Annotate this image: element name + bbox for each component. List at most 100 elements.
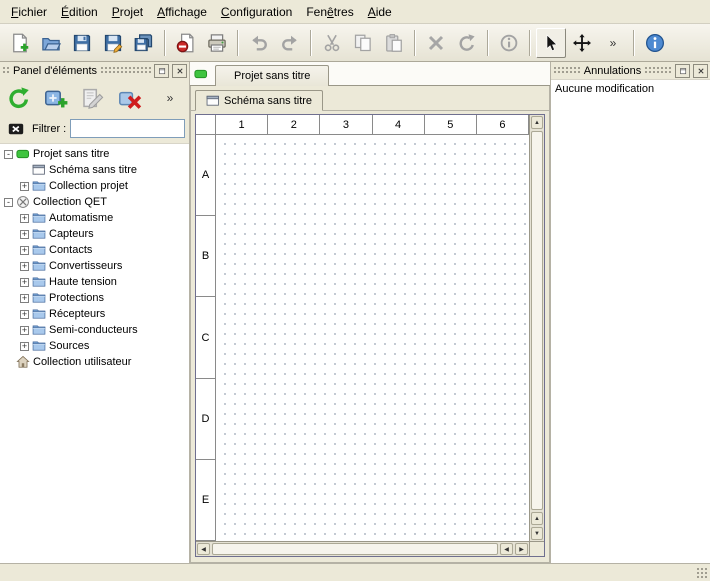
dock-grip[interactable]	[644, 66, 672, 75]
pan-mode-button[interactable]	[567, 28, 597, 58]
undo-list[interactable]: Aucune modification	[551, 79, 710, 563]
float-dock-button[interactable]	[154, 64, 169, 78]
expander-plus-icon[interactable]: +	[20, 310, 29, 319]
scroll-right-button[interactable]: ▶	[515, 543, 528, 555]
close-dock-button[interactable]	[172, 64, 187, 78]
expander-minus-icon[interactable]: -	[4, 150, 13, 159]
close-dock-button[interactable]	[693, 64, 708, 78]
scroll-down-button[interactable]: ▼	[531, 527, 543, 540]
menu-affichage[interactable]: Affichage	[150, 2, 214, 22]
folder-icon	[32, 291, 46, 305]
toolbar-overflow-button[interactable]: »	[598, 28, 628, 58]
resize-grip[interactable]	[696, 567, 709, 580]
schema-icon	[32, 163, 46, 177]
tree-item-collection-utilisateur[interactable]: Collection utilisateur	[0, 354, 189, 370]
tab-project[interactable]: Projet sans titre	[215, 65, 329, 86]
float-dock-button[interactable]	[675, 64, 690, 78]
expander-plus-icon[interactable]: +	[20, 294, 29, 303]
tree-item-collection-qet[interactable]: -Collection QET	[0, 194, 189, 210]
menu-aide[interactable]: Aide	[361, 2, 399, 22]
folder-icon	[32, 211, 46, 225]
folder-icon	[32, 323, 46, 337]
save-file-as-button[interactable]	[98, 28, 128, 58]
copy-button[interactable]	[348, 28, 378, 58]
new-element-button[interactable]	[41, 83, 71, 113]
folder-icon	[32, 275, 46, 289]
delete-element-button[interactable]	[115, 83, 145, 113]
element-info-button[interactable]	[494, 28, 524, 58]
tab-schema[interactable]: Schéma sans titre	[195, 90, 323, 111]
tree-item-projet-sans-titre[interactable]: -Projet sans titre	[0, 146, 189, 162]
print-button[interactable]	[202, 28, 232, 58]
menu-fichier[interactable]: Fichier	[4, 2, 54, 22]
scroll-up-button-2[interactable]: ▲	[531, 512, 543, 525]
tree-item-label: Contacts	[49, 244, 92, 256]
tree-item-protections[interactable]: +Protections	[0, 290, 189, 306]
cut-button[interactable]	[317, 28, 347, 58]
save-file-as-icon	[103, 33, 123, 53]
delete-button[interactable]	[421, 28, 451, 58]
dock-grip[interactable]	[100, 66, 151, 75]
tree-item-automatisme[interactable]: +Automatisme	[0, 210, 189, 226]
tree-item-capteurs[interactable]: +Capteurs	[0, 226, 189, 242]
save-file-button[interactable]	[67, 28, 97, 58]
elements-panel-titlebar[interactable]: Panel d'éléments	[0, 62, 189, 79]
horizontal-scroll-thumb[interactable]	[212, 543, 498, 555]
tree-item-haute-tension[interactable]: +Haute tension	[0, 274, 189, 290]
scroll-up-button[interactable]: ▲	[531, 116, 543, 129]
tree-item-convertisseurs[interactable]: +Convertisseurs	[0, 258, 189, 274]
new-file-button[interactable]	[5, 28, 35, 58]
panel-overflow-button[interactable]: »	[155, 83, 185, 113]
column-ruler: 123456	[216, 115, 529, 135]
save-all-files-button[interactable]	[129, 28, 159, 58]
expander-plus-icon[interactable]: +	[20, 230, 29, 239]
edit-element-button[interactable]	[78, 83, 108, 113]
tree-item-recepteurs[interactable]: +Récepteurs	[0, 306, 189, 322]
vertical-scroll-thumb[interactable]	[531, 131, 543, 510]
paste-button[interactable]	[379, 28, 409, 58]
filter-input[interactable]	[70, 119, 185, 138]
tree-item-collection-projet[interactable]: +Collection projet	[0, 178, 189, 194]
clear-filter-button[interactable]	[4, 119, 28, 139]
schema-view: 123456 ABCDE ▲ ▲ ▼ ◀ ◀	[195, 114, 545, 557]
expander-plus-icon[interactable]: +	[20, 342, 29, 351]
reload-collections-icon	[7, 86, 31, 110]
horizontal-scrollbar[interactable]: ◀ ◀ ▶	[196, 541, 529, 556]
expander-plus-icon[interactable]: +	[20, 182, 29, 191]
reload-collections-button[interactable]	[4, 83, 34, 113]
undo-button[interactable]	[244, 28, 274, 58]
project-window-icon[interactable]	[194, 67, 208, 81]
tree-item-semi-conducteurs[interactable]: +Semi-conducteurs	[0, 322, 189, 338]
close-icon	[175, 66, 185, 76]
schema-canvas[interactable]	[216, 135, 529, 541]
expander-plus-icon[interactable]: +	[20, 262, 29, 271]
folder-icon	[32, 227, 46, 241]
menu-configuration[interactable]: Configuration	[214, 2, 299, 22]
scroll-left-button-2[interactable]: ◀	[500, 543, 513, 555]
redo-button[interactable]	[275, 28, 305, 58]
menu-edition[interactable]: Édition	[54, 2, 105, 22]
tree-item-sources[interactable]: +Sources	[0, 338, 189, 354]
scroll-left-button[interactable]: ◀	[197, 543, 210, 555]
expander-plus-icon[interactable]: +	[20, 246, 29, 255]
menu-fenetres[interactable]: Fenêtres	[299, 2, 360, 22]
menu-projet[interactable]: Projet	[105, 2, 150, 22]
expander-plus-icon[interactable]: +	[20, 326, 29, 335]
undo-dock-titlebar[interactable]: Annulations	[551, 62, 710, 79]
expander-plus-icon[interactable]: +	[20, 214, 29, 223]
expander-minus-icon[interactable]: -	[4, 198, 13, 207]
ruler-column-label: 2	[268, 115, 320, 134]
dock-grip[interactable]	[2, 66, 10, 75]
about-qet-button[interactable]	[640, 28, 670, 58]
vertical-scrollbar[interactable]: ▲ ▲ ▼	[529, 115, 544, 541]
close-file-button[interactable]	[171, 28, 201, 58]
expander-plus-icon[interactable]: +	[20, 278, 29, 287]
open-file-button[interactable]	[36, 28, 66, 58]
rotate-button[interactable]	[452, 28, 482, 58]
tree-item-contacts[interactable]: + Contacts	[0, 242, 189, 258]
project-window: Schéma sans titre 123456 ABCDE ▲ ▲ ▼	[190, 86, 550, 563]
toolbar-separator	[414, 30, 416, 56]
dock-grip[interactable]	[553, 66, 581, 75]
select-mode-button[interactable]	[536, 28, 566, 58]
tree-item-schema-sans-titre[interactable]: Schéma sans titre	[0, 162, 189, 178]
